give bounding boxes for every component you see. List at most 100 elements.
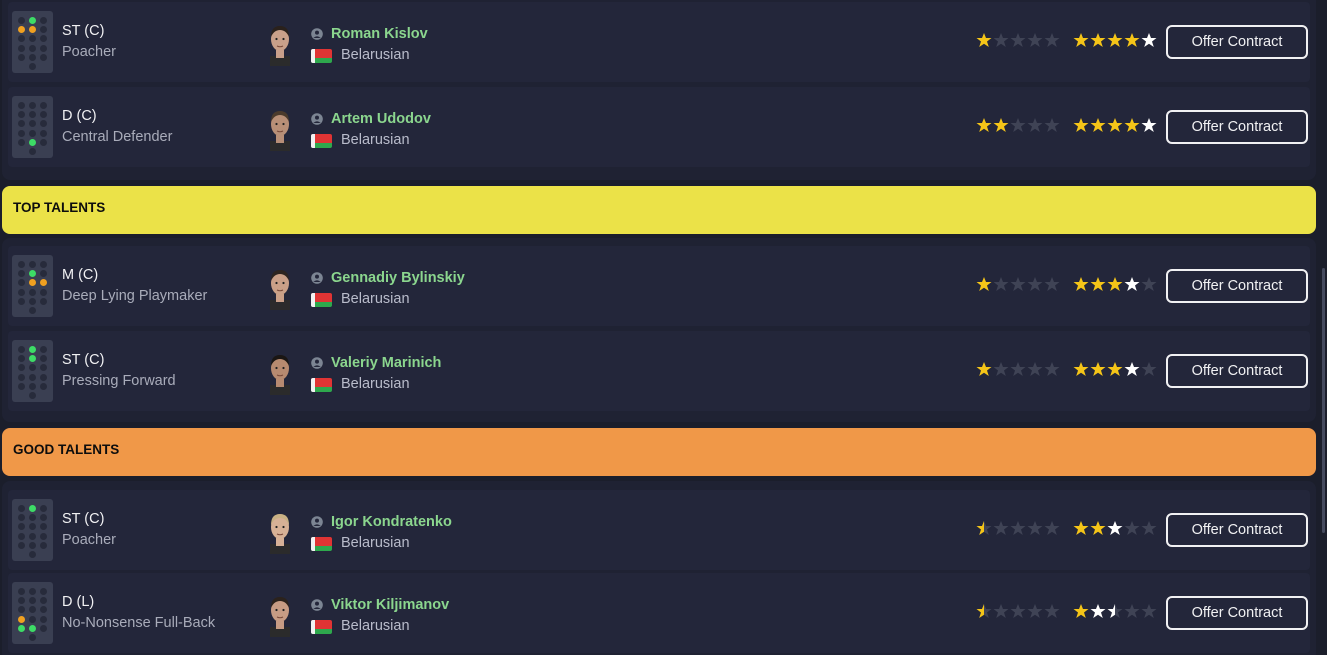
- player-position: D (C): [62, 108, 97, 124]
- scouting-shortlist: ST (C) Poacher Roman Kislov Belarusian Offer…: [0, 0, 1317, 655]
- belarus-flag-icon: [311, 537, 332, 551]
- player-group-panel: ST (C) Poacher Roman Kislov Belarusian Offer…: [2, 0, 1316, 180]
- player-name-link[interactable]: Viktor Kiljimanov: [331, 597, 449, 613]
- belarus-flag-icon: [311, 134, 332, 148]
- star-icon: [976, 362, 992, 376]
- star-icon: [1044, 604, 1060, 618]
- star-icon: [976, 521, 992, 535]
- star-icon: [1027, 33, 1043, 47]
- player-position: ST (C): [62, 23, 105, 39]
- player-face-icon: [270, 111, 290, 151]
- star-icon: [1124, 118, 1140, 132]
- player-row[interactable]: ST (C) Pressing Forward Valeriy Marinich Be…: [8, 331, 1310, 411]
- person-icon: [311, 28, 323, 40]
- offer-contract-button[interactable]: Offer Contract: [1166, 25, 1308, 59]
- star-icon: [1090, 33, 1106, 47]
- star-icon: [993, 118, 1009, 132]
- star-icon: [1010, 521, 1026, 535]
- player-row[interactable]: ST (C) Poacher Igor Kondratenko Belarusian O…: [8, 490, 1310, 570]
- player-role: Poacher: [62, 44, 117, 60]
- star-icon: [1124, 277, 1140, 291]
- player-face-icon: [270, 355, 290, 395]
- pitch-position-icon: [12, 340, 53, 402]
- player-row[interactable]: ST (C) Poacher Roman Kislov Belarusian Offer…: [8, 2, 1310, 82]
- star-icon: [1073, 521, 1089, 535]
- player-role: Central Defender: [62, 129, 173, 145]
- star-icon: [1044, 362, 1060, 376]
- top-talents-banner: TOP TALENTS: [2, 186, 1316, 234]
- person-icon: [311, 357, 323, 369]
- star-icon: [1044, 521, 1060, 535]
- player-position: ST (C): [62, 511, 105, 527]
- belarus-flag-icon: [311, 49, 332, 63]
- belarus-flag-icon: [311, 293, 332, 307]
- player-name-link[interactable]: Gennadiy Bylinskiy: [331, 270, 465, 286]
- player-position: M (C): [62, 267, 99, 283]
- star-icon: [993, 277, 1009, 291]
- player-nationality: Belarusian: [341, 535, 410, 551]
- player-face-icon: [270, 597, 290, 637]
- player-role: Deep Lying Playmaker: [62, 288, 208, 304]
- star-icon: [1027, 277, 1043, 291]
- star-icon: [1090, 277, 1106, 291]
- offer-contract-button[interactable]: Offer Contract: [1166, 513, 1308, 547]
- player-role: Pressing Forward: [62, 373, 176, 389]
- star-icon: [993, 521, 1009, 535]
- player-position: ST (C): [62, 352, 105, 368]
- star-icon: [976, 277, 992, 291]
- player-name-link[interactable]: Igor Kondratenko: [331, 514, 452, 530]
- star-icon: [1027, 604, 1043, 618]
- star-icon: [1141, 362, 1157, 376]
- scrollbar[interactable]: [1320, 0, 1327, 655]
- player-role: No-Nonsense Full-Back: [62, 615, 216, 631]
- person-icon: [311, 516, 323, 528]
- star-icon: [993, 33, 1009, 47]
- star-icon: [1124, 604, 1140, 618]
- player-face-icon: [270, 270, 290, 310]
- offer-contract-button[interactable]: Offer Contract: [1166, 596, 1308, 630]
- star-icon: [1090, 362, 1106, 376]
- player-row[interactable]: D (C) Central Defender Artem Udodov Belarus…: [8, 87, 1310, 167]
- star-icon: [1107, 521, 1123, 535]
- player-nationality: Belarusian: [341, 132, 410, 148]
- star-icon: [1044, 33, 1060, 47]
- star-icon: [1090, 604, 1106, 618]
- star-icon: [1010, 362, 1026, 376]
- offer-contract-button[interactable]: Offer Contract: [1166, 110, 1308, 144]
- star-icon: [976, 604, 992, 618]
- star-icon: [993, 362, 1009, 376]
- offer-contract-button[interactable]: Offer Contract: [1166, 269, 1308, 303]
- person-icon: [311, 113, 323, 125]
- star-icon: [1010, 277, 1026, 291]
- star-icon: [1027, 362, 1043, 376]
- star-icon: [1090, 118, 1106, 132]
- star-icon: [976, 118, 992, 132]
- pitch-position-icon: [12, 11, 53, 73]
- star-icon: [1107, 362, 1123, 376]
- player-face-icon: [270, 514, 290, 554]
- player-name-link[interactable]: Valeriy Marinich: [331, 355, 441, 371]
- player-nationality: Belarusian: [341, 376, 410, 392]
- star-icon: [1141, 604, 1157, 618]
- player-group-panel: M (C) Deep Lying Playmaker Gennadiy Bylins…: [2, 238, 1316, 422]
- star-icon: [1010, 33, 1026, 47]
- star-icon: [1073, 277, 1089, 291]
- player-row[interactable]: M (C) Deep Lying Playmaker Gennadiy Bylins…: [8, 246, 1310, 326]
- section-title: GOOD TALENTS: [13, 442, 120, 457]
- player-nationality: Belarusian: [341, 618, 410, 634]
- star-icon: [1107, 604, 1123, 618]
- star-icon: [1124, 362, 1140, 376]
- star-icon: [1073, 33, 1089, 47]
- pitch-position-icon: [12, 255, 53, 317]
- star-icon: [1107, 33, 1123, 47]
- star-icon: [1044, 118, 1060, 132]
- scrollbar-thumb[interactable]: [1322, 268, 1325, 533]
- star-icon: [1141, 277, 1157, 291]
- player-name-link[interactable]: Artem Udodov: [331, 111, 431, 127]
- star-icon: [1107, 118, 1123, 132]
- player-row[interactable]: D (L) No-Nonsense Full-Back Viktor Kiljima…: [8, 573, 1310, 653]
- star-icon: [1044, 277, 1060, 291]
- player-face-icon: [270, 26, 290, 66]
- player-name-link[interactable]: Roman Kislov: [331, 26, 428, 42]
- offer-contract-button[interactable]: Offer Contract: [1166, 354, 1308, 388]
